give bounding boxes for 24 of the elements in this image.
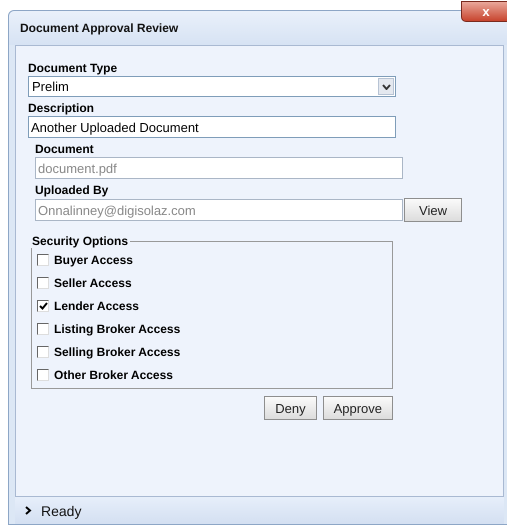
description-field[interactable]: Another Uploaded Document: [28, 116, 396, 138]
checkbox[interactable]: [37, 300, 49, 312]
status-text: Ready: [41, 502, 82, 518]
action-button[interactable]: Approve: [322, 396, 393, 420]
group-legend: Security Options: [30, 234, 130, 248]
checkbox-label: Seller Access: [54, 276, 132, 290]
document-type-dropdown[interactable]: Prelim: [28, 76, 396, 97]
field-label: Description: [28, 101, 96, 115]
checkbox[interactable]: [37, 322, 49, 334]
checkbox-label: Other Broker Access: [54, 368, 173, 382]
checkbox[interactable]: [37, 276, 49, 288]
checkbox[interactable]: [37, 254, 49, 266]
action-button[interactable]: Deny: [264, 396, 317, 420]
checkbox-label: Listing Broker Access: [54, 322, 180, 336]
field-label: Document Type: [28, 61, 118, 75]
checkbox[interactable]: [37, 346, 49, 358]
checkbox[interactable]: [37, 368, 49, 380]
chevron-icon: [25, 506, 32, 515]
checkbox-label: Buyer Access: [54, 252, 133, 266]
window-title: Document Approval Review: [20, 21, 178, 35]
field-label: Uploaded By: [35, 183, 110, 197]
checkbox-label: Selling Broker Access: [54, 344, 180, 358]
checkbox-label: Lender Access: [54, 298, 139, 312]
field-label: Document: [35, 142, 95, 156]
